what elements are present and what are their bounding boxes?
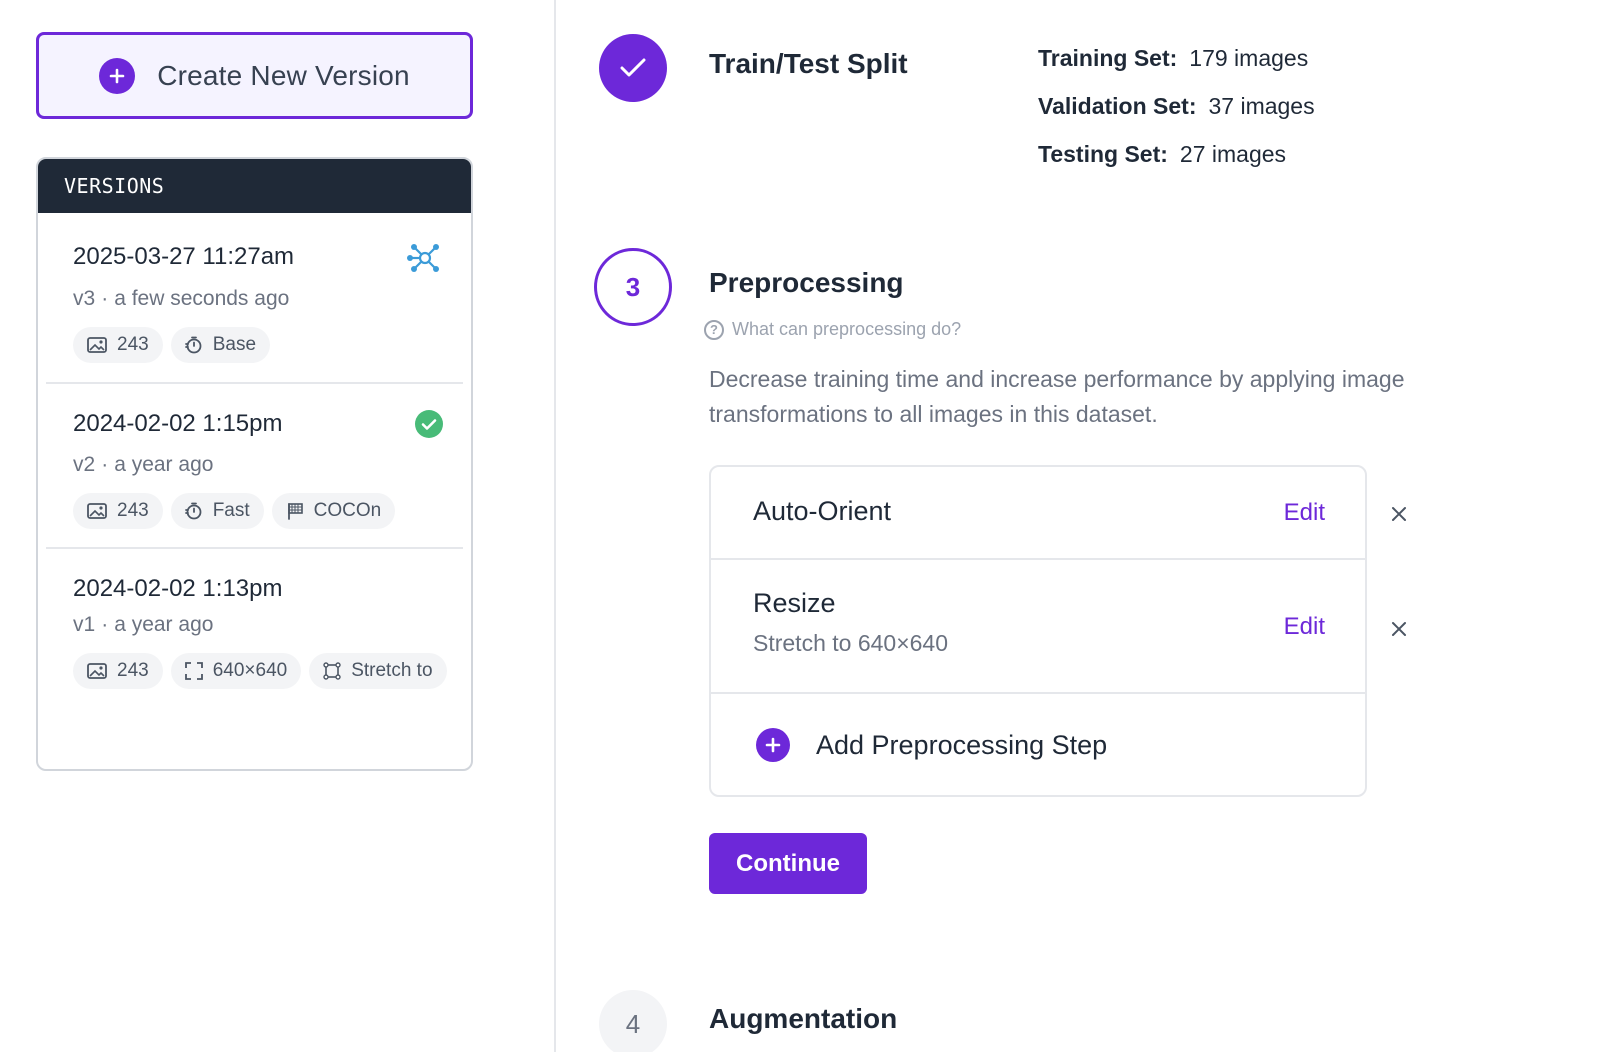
image-count-chip: 243 xyxy=(73,653,163,689)
plus-icon xyxy=(99,57,136,94)
preprocessing-step-auto-orient: Auto-Orient Edit xyxy=(711,467,1365,560)
resize-icon xyxy=(184,662,203,680)
continue-button[interactable]: Continue xyxy=(709,833,867,894)
version-date: 2025-03-27 11:27am xyxy=(73,243,295,270)
preprocessing-help-link[interactable]: ? What can preprocessing do? xyxy=(704,319,961,340)
create-new-version-label: Create New Version xyxy=(157,59,410,91)
step-complete-indicator xyxy=(599,34,667,102)
versions-sidebar: Create New Version VERSIONS 2025-03-27 1… xyxy=(0,0,556,1052)
version-number: v1 xyxy=(73,613,96,636)
version-chips: 243 640×640 Stretch to xyxy=(73,653,453,689)
close-icon xyxy=(1392,622,1406,636)
versions-header: VERSIONS xyxy=(38,159,471,213)
version-age: a year ago xyxy=(114,613,214,636)
model-size-chip: Fast xyxy=(170,493,264,529)
model-size-chip: Base xyxy=(170,327,271,363)
image-icon xyxy=(87,503,107,519)
preprocessing-step-resize: Resize Stretch to 640×640 Edit xyxy=(711,560,1365,694)
training-network-icon xyxy=(407,243,443,278)
train-test-split-title[interactable]: Train/Test Split xyxy=(709,48,908,80)
step-name: Resize xyxy=(753,588,836,618)
training-set-row: Training Set: 179 images xyxy=(1038,45,1309,71)
step-number-indicator: 4 xyxy=(599,990,667,1052)
step-name: Auto-Orient xyxy=(753,496,892,526)
version-age: a year ago xyxy=(114,453,214,476)
version-number: v3 xyxy=(73,287,96,310)
checkpoint-chip: COCOn xyxy=(271,493,396,529)
version-item-v3[interactable]: 2025-03-27 11:27am v3 · a few seconds ag… xyxy=(46,213,463,384)
version-date: 2024-02-02 1:15pm xyxy=(73,410,283,437)
step-detail: Stretch to 640×640 xyxy=(753,630,949,656)
version-meta: v1 · a year ago xyxy=(73,613,214,636)
step-number-indicator: 3 xyxy=(594,248,672,326)
add-preprocessing-step-button[interactable]: Add Preprocessing Step xyxy=(756,728,1107,762)
help-link-label: What can preprocessing do? xyxy=(732,319,962,339)
validation-set-row: Validation Set: 37 images xyxy=(1038,93,1315,119)
version-meta: v3 · a few seconds ago xyxy=(73,287,290,310)
add-step-label: Add Preprocessing Step xyxy=(816,729,1108,760)
version-chips: 243 Base xyxy=(73,327,453,363)
preprocessing-description: Decrease training time and increase perf… xyxy=(709,366,1405,427)
version-item-v1[interactable]: 2024-02-02 1:13pm v1 · a year ago 243 640×… xyxy=(46,549,463,759)
edit-auto-orient-button[interactable]: Edit xyxy=(1284,499,1325,527)
versions-list: VERSIONS 2025-03-27 11:27am v3 · a few s… xyxy=(36,157,473,771)
stretch-chip: Stretch to xyxy=(309,653,447,689)
version-number: v2 xyxy=(73,453,96,476)
question-circle-icon: ? xyxy=(704,319,724,340)
stopwatch-icon xyxy=(184,502,202,520)
preprocessing-title: Preprocessing xyxy=(709,267,904,298)
version-chips: 243 Fast COCOn xyxy=(73,493,453,529)
check-circle-icon xyxy=(415,410,443,443)
version-item-v2[interactable]: 2024-02-02 1:15pm v2 · a year ago 243 Fast xyxy=(46,384,463,549)
version-age: a few seconds ago xyxy=(114,287,290,310)
image-count-chip: 243 xyxy=(73,327,163,363)
testing-set-row: Testing Set: 27 images xyxy=(1038,141,1287,167)
image-count-chip: 243 xyxy=(73,493,163,529)
create-new-version-button[interactable]: Create New Version xyxy=(36,32,473,119)
edit-resize-button[interactable]: Edit xyxy=(1284,613,1325,641)
flag-icon xyxy=(287,503,303,520)
stopwatch-icon xyxy=(184,336,202,354)
resize-chip: 640×640 xyxy=(170,653,302,689)
version-date: 2024-02-02 1:13pm xyxy=(73,575,283,602)
remove-auto-orient-button[interactable] xyxy=(1386,501,1412,527)
close-icon xyxy=(1392,507,1406,521)
version-meta: v2 · a year ago xyxy=(73,453,214,476)
checkmark-icon xyxy=(620,58,646,77)
image-icon xyxy=(87,663,107,679)
remove-resize-button[interactable] xyxy=(1386,616,1412,642)
plus-icon xyxy=(756,728,790,762)
image-icon xyxy=(87,337,107,353)
stretch-icon xyxy=(323,662,341,680)
augmentation-title[interactable]: Augmentation xyxy=(709,1003,897,1035)
